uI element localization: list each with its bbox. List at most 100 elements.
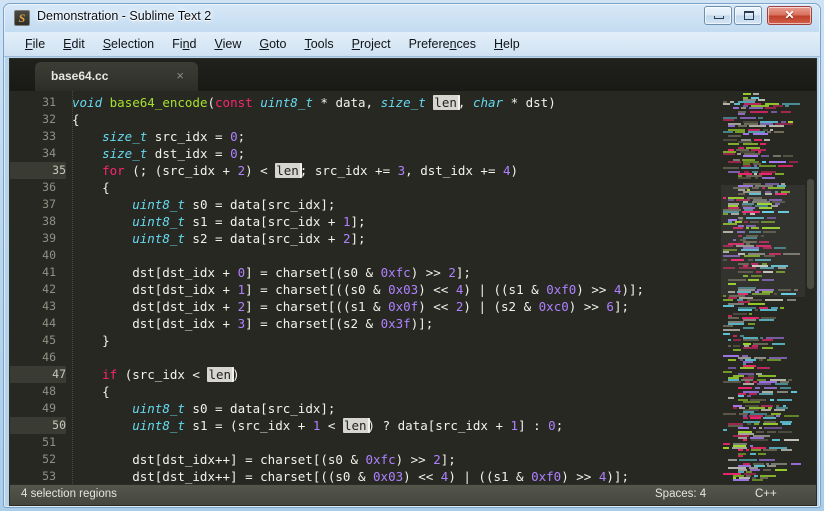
tab-base64-cc[interactable]: base64.cc ×	[35, 62, 198, 91]
minimap-line	[787, 299, 796, 301]
code-token: char	[472, 95, 504, 110]
window-frame: S Demonstration - Sublime Text 2 ✕ File E…	[3, 3, 821, 508]
minimap-line	[757, 367, 770, 369]
minimap-line	[775, 173, 784, 175]
code-line-49[interactable]: uint8_t s0 = data[src_idx];	[72, 400, 335, 417]
code-line-44[interactable]: dst[dst_idx + 3] = charset[(s2 & 0x3f)];	[72, 315, 433, 332]
code-token: * dst)	[503, 95, 556, 110]
code-line-31[interactable]: void base64_encode(const uint8_t * data,…	[72, 94, 556, 111]
minimap-line	[738, 309, 752, 311]
minimap-line	[733, 313, 747, 315]
code-line-37[interactable]: uint8_t s0 = data[src_idx];	[72, 196, 335, 213]
tab-close-icon[interactable]: ×	[176, 68, 184, 83]
minimap-line	[743, 339, 759, 341]
code-line-36[interactable]: {	[72, 179, 110, 196]
menu-item-edit[interactable]: Edit	[54, 35, 94, 54]
line-number-31: 31	[42, 95, 56, 109]
menu-item-selection[interactable]: Selection	[94, 35, 163, 54]
line-number-37: 37	[42, 197, 56, 211]
code-line-32[interactable]: {	[72, 111, 80, 128]
code-line-39[interactable]: uint8_t s2 = data[src_idx + 2];	[72, 230, 365, 247]
menu-item-help[interactable]: Help	[485, 35, 529, 54]
code-token: <	[320, 418, 343, 433]
minimap-line	[757, 383, 771, 385]
menu-item-preferences[interactable]: Preferences	[400, 35, 485, 54]
status-indentation[interactable]: Spaces: 4	[655, 488, 706, 500]
line-number-45: 45	[42, 333, 56, 347]
menu-item-goto[interactable]: Goto	[250, 35, 295, 54]
code-line-34[interactable]: size_t dst_idx = 0;	[72, 145, 245, 162]
code-line-48[interactable]: {	[72, 383, 110, 400]
code-line-38[interactable]: uint8_t s1 = data[src_idx + 1];	[72, 213, 365, 230]
code-token: for	[102, 163, 125, 178]
vertical-scrollbar[interactable]	[805, 91, 816, 484]
maximize-button[interactable]	[734, 6, 762, 25]
menu-item-tools[interactable]: Tools	[295, 35, 342, 54]
code-token: dst[dst_idx++] = charset[((s0 &	[72, 469, 374, 484]
code-line-41[interactable]: dst[dst_idx + 0] = charset[(s0 & 0xfc) >…	[72, 264, 471, 281]
selection-region[interactable]: len	[433, 95, 460, 110]
menu-item-view[interactable]: View	[205, 35, 250, 54]
code-token: {	[72, 384, 110, 399]
minimap-line	[773, 155, 781, 157]
code-text[interactable]: void base64_encode(const uint8_t * data,…	[72, 91, 816, 484]
minimap-line	[758, 453, 766, 455]
code-line-43[interactable]: dst[dst_idx + 2] = charset[((s1 & 0x0f) …	[72, 298, 629, 315]
minimap-line	[791, 463, 801, 465]
status-language[interactable]: C++	[755, 488, 777, 500]
minimap-line	[772, 439, 780, 441]
code-token: ] = charset[(s2 &	[245, 316, 381, 331]
close-button[interactable]: ✕	[767, 6, 812, 25]
minimap-line	[738, 455, 743, 457]
menu-item-project[interactable]: Project	[343, 35, 400, 54]
minimap-line	[765, 107, 776, 109]
menu-accel: n	[182, 36, 190, 51]
minimap[interactable]	[721, 91, 805, 484]
scrollbar-thumb[interactable]	[807, 179, 814, 289]
selection-region[interactable]: len	[342, 418, 370, 433]
status-bar: 4 selection regions Spaces: 4 C++	[9, 485, 817, 506]
code-token: dst_idx =	[147, 146, 231, 161]
minimap-line	[750, 111, 768, 113]
code-line-47[interactable]: if (src_idx < len)	[10, 366, 816, 383]
minimap-line	[723, 139, 737, 141]
title-bar[interactable]: S Demonstration - Sublime Text 2 ✕	[4, 4, 820, 32]
minimap-line	[784, 439, 799, 441]
minimap-line	[728, 135, 741, 137]
line-number-42: 42	[42, 282, 56, 296]
code-token: ,	[457, 95, 473, 110]
code-token: ) >>	[410, 265, 449, 280]
minimize-button[interactable]	[704, 6, 732, 25]
code-line-52[interactable]: dst[dst_idx++] = charset[(s0 & 0xfc) >> …	[72, 451, 456, 468]
code-token: )	[510, 163, 519, 178]
code-line-50[interactable]: uint8_t s1 = (src_idx + 1 < len) ? data[…	[10, 417, 816, 434]
code-token: )	[232, 367, 240, 382]
menu-item-find[interactable]: Find	[163, 35, 205, 54]
minimap-line	[743, 347, 758, 349]
minimap-line	[748, 323, 755, 325]
code-pane[interactable]: 31 32 33 34 35 36 37 38 39 40 41 42 43 44 45 46 47 48 49 50…	[10, 91, 816, 484]
code-line-45[interactable]: }	[72, 332, 110, 349]
selection-region[interactable]: len	[275, 163, 302, 178]
menu-item-file[interactable]: File	[16, 35, 54, 54]
close-icon: ✕	[784, 8, 795, 22]
minimap-line	[759, 319, 774, 321]
code-line-35[interactable]: for (; (src_idx + 2) < len; src_idx += 3…	[10, 162, 816, 179]
code-line-53[interactable]: dst[dst_idx++] = charset[((s0 & 0x03) <<…	[72, 468, 629, 484]
code-token: 0xf0	[531, 469, 562, 484]
minimap-line	[743, 155, 758, 157]
minimap-line	[778, 165, 793, 167]
minimap-line	[733, 339, 741, 341]
minimap-viewport[interactable]	[721, 185, 805, 297]
code-line-42[interactable]: dst[dst_idx + 1] = charset[((s0 & 0x03) …	[72, 281, 644, 298]
selection-region[interactable]: len	[207, 367, 235, 382]
code-token: 0x0f	[388, 299, 419, 314]
code-line-33[interactable]: size_t src_idx = 0;	[72, 128, 245, 145]
code-token: ] = charset[((s0 &	[245, 282, 389, 297]
minimap-line	[749, 125, 766, 127]
code-token: uint8_t	[132, 418, 185, 433]
code-token: ; src_idx +=	[299, 163, 398, 178]
